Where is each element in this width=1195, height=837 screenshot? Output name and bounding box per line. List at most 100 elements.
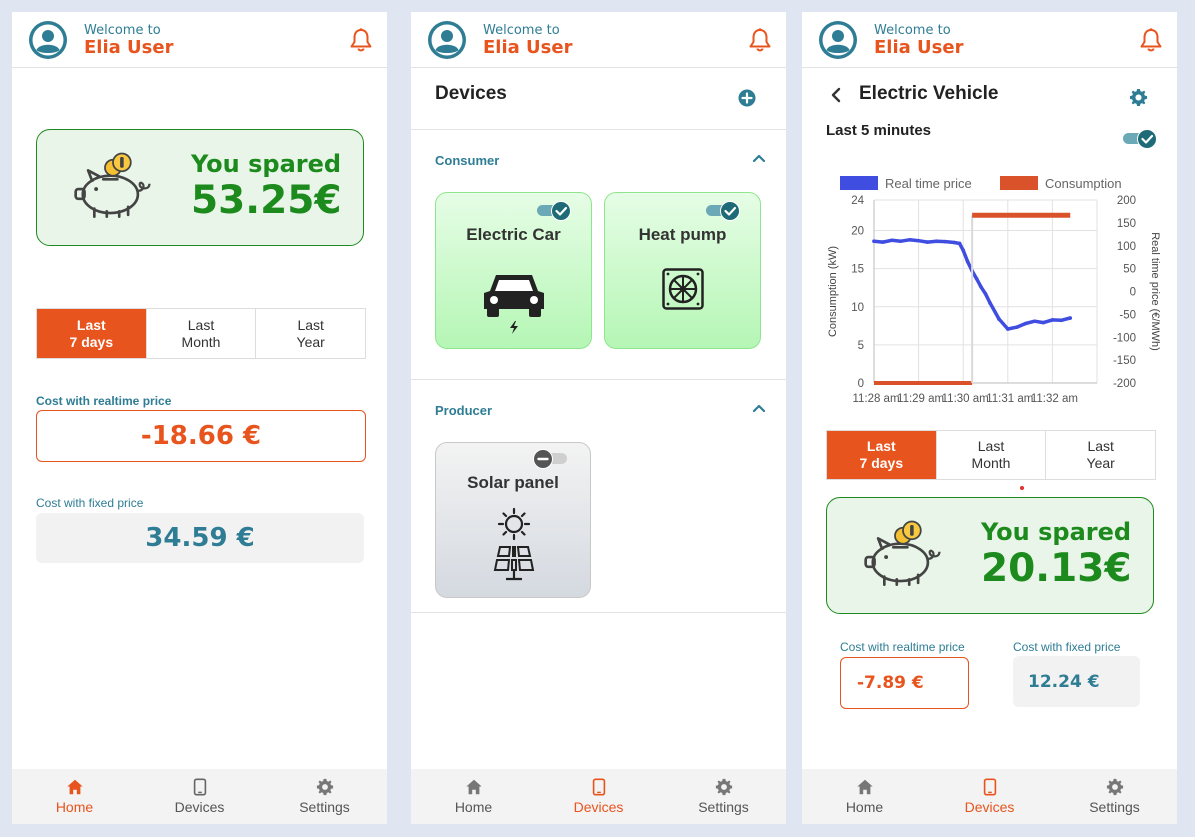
user-avatar-icon[interactable] — [817, 19, 859, 61]
price-point — [1068, 316, 1073, 320]
y-left-tick-label: 15 — [851, 264, 864, 276]
price-point — [1050, 318, 1055, 322]
price-point — [961, 248, 965, 253]
user-avatar-icon[interactable] — [27, 19, 69, 61]
piggy-bank-icon — [73, 148, 153, 223]
x-tick-label: 11:30 am — [942, 393, 989, 404]
solar-panel-toggle[interactable] — [532, 448, 568, 470]
nav-devices[interactable]: Devices — [137, 769, 262, 824]
divider — [411, 612, 786, 613]
home-icon — [465, 778, 483, 796]
solar-panel-icon — [493, 507, 535, 581]
period-last-month[interactable]: Last Month — [145, 309, 256, 358]
range-label: Last 5 minutes — [826, 122, 932, 139]
price-point — [997, 317, 1001, 321]
y-right-tick-label: 150 — [1117, 218, 1136, 230]
price-point — [965, 259, 970, 264]
savings-title: You spared — [981, 518, 1132, 546]
x-tick-label: 11:32 am — [1031, 393, 1078, 404]
cost-fixed-value: 12.24 € — [1013, 656, 1140, 707]
consumer-section-title: Consumer — [435, 153, 500, 168]
nav-home-label: Home — [55, 799, 94, 815]
period-last-month[interactable]: Last Month — [935, 431, 1046, 479]
user-name: Elia User — [483, 37, 573, 58]
vehicle-detail-screen: Welcome to Elia User Electric Vehicle La… — [802, 12, 1177, 824]
y-right-tick-label: 0 — [1130, 287, 1136, 299]
car-icon — [484, 275, 544, 334]
cost-realtime-value: -7.89 € — [840, 657, 969, 709]
y-right-tick-label: -150 — [1113, 355, 1136, 367]
app-header: Welcome to Elia User — [802, 12, 1177, 68]
price-point — [983, 291, 988, 296]
price-point — [1059, 318, 1064, 323]
nav-settings[interactable]: Settings — [1052, 769, 1177, 824]
gear-icon — [316, 778, 334, 796]
devices-title: Devices — [435, 83, 507, 104]
y-left-axis-label: Consumption (kW) — [827, 246, 839, 337]
tablet-icon — [590, 778, 608, 796]
nav-settings[interactable]: Settings — [262, 769, 387, 824]
period-last-7-days[interactable]: Last 7 days — [37, 309, 146, 358]
add-device-plus-icon[interactable] — [738, 89, 756, 107]
chart-axes: 11:28 am11:29 am11:30 am11:31 am11:32 am… — [827, 195, 1161, 404]
divider — [411, 379, 786, 380]
notification-bell-icon[interactable] — [349, 27, 373, 53]
price-point — [979, 285, 983, 289]
period-last-7-days[interactable]: Last 7 days — [827, 431, 936, 479]
back-chevron-icon[interactable] — [830, 87, 842, 103]
tablet-icon — [981, 778, 999, 796]
bottom-navigation: Home Devices Settings — [802, 769, 1177, 824]
y-right-axis-label: Real time price (€/MWh) — [1149, 232, 1161, 351]
price-point — [1032, 319, 1037, 324]
price-point — [1041, 320, 1046, 325]
cost-fixed-value: 34.59 € — [36, 513, 364, 563]
price-point — [988, 301, 992, 305]
y-left-tick-label: 20 — [851, 226, 864, 238]
y-left-tick-label: 10 — [851, 302, 864, 314]
device-card-electric-car[interactable]: Electric Car — [435, 192, 592, 349]
y-right-tick-label: -200 — [1113, 378, 1136, 390]
gear-icon — [1106, 778, 1124, 796]
nav-home[interactable]: Home — [802, 769, 927, 824]
user-avatar-icon[interactable] — [426, 19, 468, 61]
bottom-navigation: Home Devices Settings — [411, 769, 786, 824]
chevron-up-icon[interactable] — [752, 403, 766, 413]
page-indicator-dot — [1020, 486, 1024, 490]
y-right-tick-label: 50 — [1123, 264, 1136, 276]
device-name: Solar panel — [467, 473, 559, 492]
ev-chart: Real time price Consumption 11:28 am11:29… — [827, 176, 1161, 404]
nav-devices[interactable]: Devices — [536, 769, 661, 824]
gear-icon[interactable] — [1129, 88, 1148, 107]
heat-pump-toggle[interactable] — [705, 200, 741, 222]
nav-home[interactable]: Home — [411, 769, 536, 824]
nav-devices-label: Devices — [573, 799, 624, 815]
legend-swatch — [840, 176, 878, 190]
home-icon — [856, 778, 874, 796]
legend-label: Consumption — [1045, 176, 1122, 191]
electric-car-toggle[interactable] — [536, 200, 572, 222]
bottom-navigation: Home Devices Settings — [12, 769, 387, 824]
gear-icon — [715, 778, 733, 796]
device-name: Electric Car — [466, 225, 561, 244]
nav-home[interactable]: Home — [12, 769, 137, 824]
savings-card: You spared 20.13€ — [826, 497, 1154, 614]
tablet-icon — [191, 778, 209, 796]
range-toggle[interactable] — [1122, 128, 1158, 150]
period-last-year[interactable]: Last Year — [255, 309, 365, 358]
notification-bell-icon[interactable] — [1139, 27, 1163, 53]
notification-bell-icon[interactable] — [748, 27, 772, 53]
nav-devices[interactable]: Devices — [927, 769, 1052, 824]
x-tick-label: 11:29 am — [897, 393, 944, 404]
nav-settings-label: Settings — [299, 799, 350, 815]
device-card-solar-panel[interactable]: Solar panel — [435, 442, 591, 598]
y-left-tick-label: 0 — [858, 378, 864, 390]
price-point — [881, 240, 885, 244]
price-point — [957, 241, 962, 246]
y-right-tick-label: 200 — [1117, 195, 1136, 207]
chevron-up-icon[interactable] — [752, 153, 766, 163]
period-last-year[interactable]: Last Year — [1045, 431, 1155, 479]
nav-settings[interactable]: Settings — [661, 769, 786, 824]
cost-realtime-label: Cost with realtime price — [840, 640, 965, 654]
device-card-heat-pump[interactable]: Heat pump — [604, 192, 761, 349]
legend-label: Real time price — [885, 176, 972, 191]
